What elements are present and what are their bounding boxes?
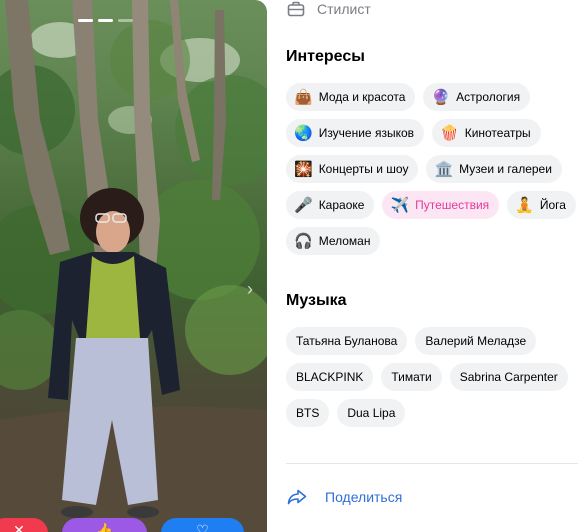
music-title: Музыка <box>286 292 347 309</box>
interest-chip[interactable]: 👜 Мода и красота <box>286 83 416 111</box>
music-chip[interactable]: Валерий Меладзе <box>415 327 537 355</box>
interest-emoji-icon: 🌏 <box>294 124 313 142</box>
interest-emoji-icon: 🎤 <box>294 196 313 214</box>
interest-chip[interactable]: 🏛️ Музеи и галереи <box>426 155 562 183</box>
interest-chip[interactable]: 🔮 Астрология <box>423 83 531 111</box>
interest-chip-label: Астрология <box>456 90 521 104</box>
interest-emoji-icon: 🎇 <box>294 160 313 178</box>
interest-emoji-icon: 🍿 <box>440 124 459 142</box>
divider <box>286 463 578 464</box>
photo-scene <box>0 0 267 532</box>
photo-progress-3 <box>118 19 133 22</box>
interest-chip[interactable]: 🎤 Караоке <box>286 191 375 219</box>
music-chip[interactable]: Татьяна Буланова <box>286 327 408 355</box>
interest-emoji-icon: 🔮 <box>431 88 451 106</box>
music-chip[interactable]: Sabrina Carpenter <box>449 363 568 391</box>
interest-chip-label: Изучение языков <box>318 126 415 140</box>
interest-chip[interactable]: 🎇 Концерты и шоу <box>286 155 419 183</box>
interest-chip[interactable]: ✈️ Путешествия <box>382 191 500 219</box>
interest-chip[interactable]: 🎧 Меломан <box>286 227 381 255</box>
interest-emoji-icon: ✈️ <box>390 196 410 214</box>
share-button[interactable]: Поделиться <box>287 489 402 505</box>
interest-emoji-icon: 🧘 <box>515 196 534 214</box>
music-chip[interactable]: BTS <box>286 399 330 427</box>
share-arrow-icon <box>287 489 307 505</box>
briefcase-icon <box>287 1 305 17</box>
interests-title: Интересы <box>286 48 365 65</box>
interest-chip-label: Мода и красота <box>318 90 406 104</box>
interest-emoji-icon: 👜 <box>294 88 313 106</box>
interests-list: 👜 Мода и красота 🔮 Астрология 🌏 Изучение язык… <box>286 83 576 255</box>
interest-emoji-icon: 🎧 <box>294 232 313 250</box>
music-chip[interactable]: Тимати <box>381 363 442 391</box>
photo-progress-2 <box>98 19 113 22</box>
music-chip[interactable]: Dua Lipa <box>337 399 406 427</box>
music-chip[interactable]: BLACKPINK <box>286 363 374 391</box>
interest-chip-label: Музеи и галереи <box>459 162 552 176</box>
photo-progress-1 <box>78 19 93 22</box>
superlike-button[interactable]: 👍 <box>62 518 147 532</box>
interest-chip-label: Путешествия <box>415 198 490 212</box>
close-icon: ✕ <box>13 522 25 532</box>
music-list: Татьяна Буланова Валерий Меладзе BLACKPINK… <box>286 327 576 427</box>
job-title: Стилист <box>317 1 371 17</box>
thumbs-up-icon: 👍 <box>95 522 114 532</box>
like-button[interactable]: ♡ <box>161 518 244 532</box>
interest-chip-label: Концерты и шоу <box>318 162 409 176</box>
interest-chip[interactable]: 🧘 Йога <box>507 191 576 219</box>
interest-chip-label: Йога <box>539 198 566 212</box>
share-label: Поделиться <box>325 489 403 505</box>
interest-chip[interactable]: 🌏 Изучение языков <box>286 119 425 147</box>
interest-chip-label: Меломан <box>318 234 371 248</box>
chevron-right-icon[interactable]: › <box>247 280 253 298</box>
heart-icon: ♡ <box>196 522 209 532</box>
interest-chip-label: Кинотеатры <box>464 126 531 140</box>
job-row: Стилист <box>287 0 371 18</box>
dislike-button[interactable]: ✕ <box>0 518 48 532</box>
interest-chip-label: Караоке <box>318 198 365 212</box>
interest-chip[interactable]: 🍿 Кинотеатры <box>432 119 541 147</box>
profile-photo[interactable]: › ✕ 👍 ♡ <box>0 0 267 532</box>
interest-emoji-icon: 🏛️ <box>434 160 454 178</box>
